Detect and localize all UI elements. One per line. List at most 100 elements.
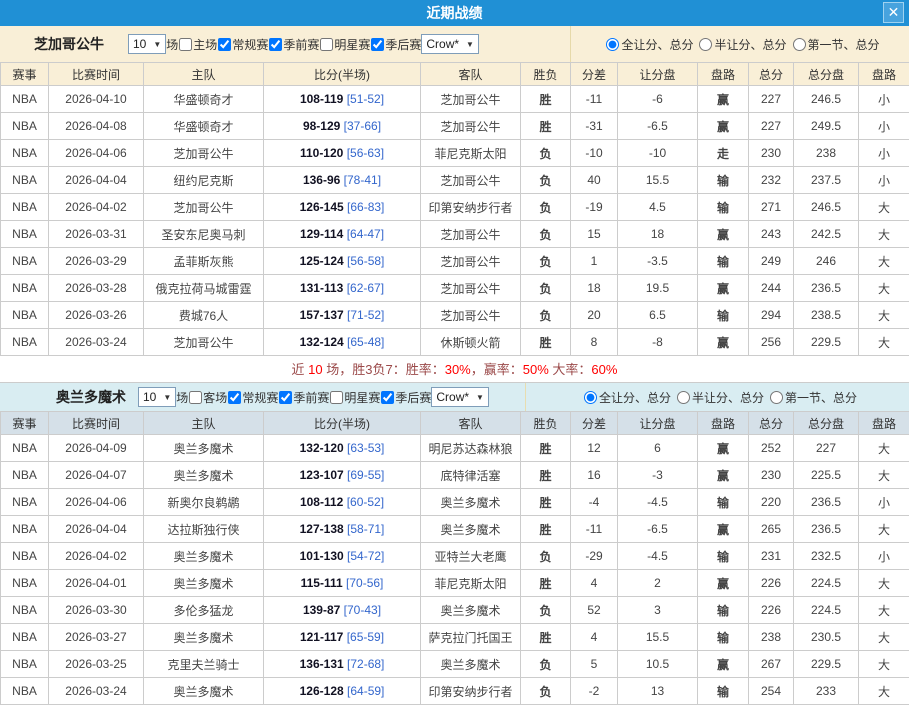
radio-input[interactable]: [699, 38, 712, 51]
filter-checkbox[interactable]: 常规赛: [217, 36, 268, 53]
filter-checkbox[interactable]: 常规赛: [227, 389, 278, 406]
half-score: [69-55]: [347, 468, 384, 482]
game-row: NBA2026-04-06芝加哥公牛110-120 [56-63]菲尼克斯太阳负…: [1, 140, 909, 167]
checkbox-label: 季后赛: [385, 36, 421, 53]
league-cell: NBA: [1, 597, 49, 624]
league-cell: NBA: [1, 462, 49, 489]
final-score: 132-120: [300, 441, 344, 455]
point-diff-cell: -10: [571, 140, 618, 167]
result-cell: 负: [521, 597, 571, 624]
half-score: [65-59]: [347, 630, 384, 644]
checkbox-input[interactable]: [279, 391, 292, 404]
filter-checkbox[interactable]: 明星赛: [329, 389, 380, 406]
date-cell: 2026-03-24: [49, 329, 144, 356]
score-cell: 125-124 [56-58]: [264, 248, 421, 275]
home-team-cell: 芝加哥公牛: [144, 140, 264, 167]
radio-label: 半让分、总分: [714, 36, 786, 53]
game-row: NBA2026-04-02芝加哥公牛126-145 [66-83]印第安纳步行者…: [1, 194, 909, 221]
total-points-cell: 265: [749, 516, 794, 543]
result-cell: 胜: [521, 329, 571, 356]
half-score: [78-41]: [344, 173, 381, 187]
game-row: NBA2026-03-24奥兰多魔术126-128 [64-59]印第安纳步行者…: [1, 678, 909, 705]
total-points-cell: 267: [749, 651, 794, 678]
final-score: 108-112: [300, 495, 343, 509]
filter-checkbox[interactable]: 明星赛: [319, 36, 370, 53]
handicap-outcome-cell: 输: [698, 167, 749, 194]
total-points-cell: 232: [749, 167, 794, 194]
half-score: [51-52]: [347, 92, 384, 106]
checkbox-input[interactable]: [320, 38, 333, 51]
result-cell: 负: [521, 275, 571, 302]
stat-mode-radio[interactable]: 第一节、总分: [764, 389, 857, 406]
caret-down-icon: ▼: [466, 40, 474, 49]
column-header: 胜负: [521, 412, 571, 435]
final-score: 101-130: [300, 549, 344, 563]
stat-mode-radio[interactable]: 全让分、总分: [600, 36, 693, 53]
radio-label: 半让分、总分: [692, 389, 764, 406]
dialog-title: 近期战绩: [427, 5, 483, 21]
radio-input[interactable]: [793, 38, 806, 51]
checkbox-label: 季后赛: [395, 389, 431, 406]
point-diff-cell: 15: [571, 221, 618, 248]
checkbox-input[interactable]: [189, 391, 202, 404]
home-team-cell: 克里夫兰骑士: [144, 651, 264, 678]
result-cell: 负: [521, 651, 571, 678]
handicap-outcome-cell: 输: [698, 678, 749, 705]
handicap-cell: 2: [618, 570, 698, 597]
radio-input[interactable]: [770, 391, 783, 404]
home-team-cell: 奥兰多魔术: [144, 543, 264, 570]
half-score: [58-71]: [347, 522, 384, 536]
filter-checkbox[interactable]: 客场: [188, 389, 227, 406]
half-score: [66-83]: [347, 200, 384, 214]
filter-checkbox[interactable]: 季后赛: [370, 36, 421, 53]
handicap-cell: 19.5: [618, 275, 698, 302]
column-header: 赛事: [1, 63, 49, 86]
score-cell: 136-131 [72-68]: [264, 651, 421, 678]
radio-input[interactable]: [606, 38, 619, 51]
radio-input[interactable]: [584, 391, 597, 404]
half-score: [54-72]: [347, 549, 384, 563]
stat-mode-radio[interactable]: 第一节、总分: [787, 36, 880, 53]
league-cell: NBA: [1, 570, 49, 597]
summary-segment: 60%: [591, 362, 617, 377]
total-points-cell: 230: [749, 140, 794, 167]
radio-label: 第一节、总分: [785, 389, 857, 406]
final-score: 127-138: [300, 522, 344, 536]
checkbox-input[interactable]: [371, 38, 384, 51]
close-button[interactable]: ✕: [883, 2, 904, 23]
filter-checkbox[interactable]: 季前赛: [268, 36, 319, 53]
stat-mode-radio[interactable]: 半让分、总分: [693, 36, 786, 53]
date-cell: 2026-04-02: [49, 194, 144, 221]
source-select[interactable]: Crow* ▼: [421, 34, 479, 54]
handicap-cell: -3: [618, 462, 698, 489]
filter-checkbox[interactable]: 季前赛: [278, 389, 329, 406]
score-cell: 98-129 [37-66]: [264, 113, 421, 140]
radio-label: 全让分、总分: [621, 36, 693, 53]
games-count-select[interactable]: 10 ▼: [138, 387, 176, 407]
games-count-select[interactable]: 10 ▼: [128, 34, 166, 54]
result-cell: 负: [521, 678, 571, 705]
stat-mode-radio[interactable]: 全让分、总分: [578, 389, 671, 406]
total-line-cell: 236.5: [794, 275, 859, 302]
score-cell: 115-111 [70-56]: [264, 570, 421, 597]
checkbox-input[interactable]: [269, 38, 282, 51]
checkbox-input[interactable]: [381, 391, 394, 404]
total-points-cell: 238: [749, 624, 794, 651]
checkbox-input[interactable]: [228, 391, 241, 404]
handicap-outcome-cell: 赢: [698, 329, 749, 356]
checkbox-input[interactable]: [218, 38, 231, 51]
final-score: 126-145: [300, 200, 344, 214]
filter-checkbox[interactable]: 季后赛: [380, 389, 431, 406]
checkbox-input[interactable]: [179, 38, 192, 51]
filter-checkbox[interactable]: 主场: [178, 36, 217, 53]
score-cell: 139-87 [70-43]: [264, 597, 421, 624]
result-cell: 负: [521, 302, 571, 329]
radio-input[interactable]: [677, 391, 690, 404]
checkbox-input[interactable]: [330, 391, 343, 404]
final-score: 115-111: [301, 576, 343, 590]
total-line-cell: 224.5: [794, 570, 859, 597]
source-select[interactable]: Crow* ▼: [431, 387, 489, 407]
stat-mode-radio[interactable]: 半让分、总分: [671, 389, 764, 406]
game-row: NBA2026-04-07奥兰多魔术123-107 [69-55]底特律活塞胜1…: [1, 462, 909, 489]
score-cell: 131-113 [62-67]: [264, 275, 421, 302]
